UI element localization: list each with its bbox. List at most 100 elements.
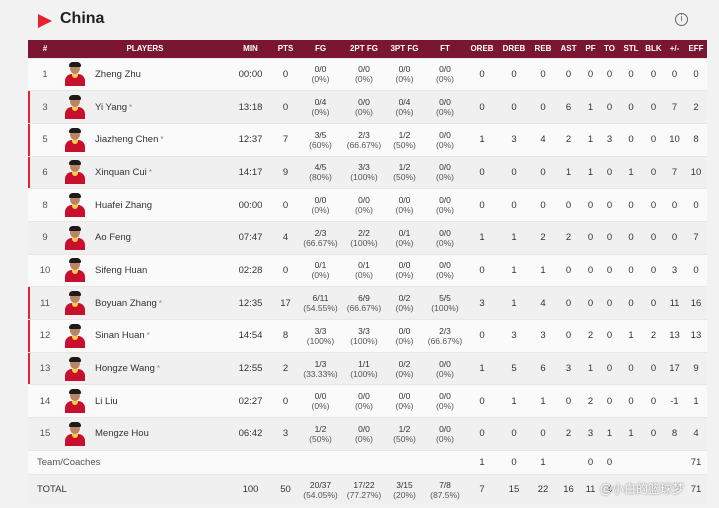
made-attempted: 0/0 [439, 391, 451, 402]
stat-cell: 0 [581, 188, 600, 222]
points-cell: 0 [273, 253, 298, 287]
starter-indicator [28, 91, 30, 123]
percentage: (0%) [355, 270, 373, 281]
jersey-number-text: 13 [39, 363, 51, 375]
info-icon[interactable]: i [675, 13, 688, 26]
jersey-number: 15 [28, 417, 62, 451]
player-name[interactable]: Yi Yang [95, 102, 127, 113]
row-label: Team/Coaches [28, 449, 466, 475]
jersey-number: 12 [28, 319, 62, 353]
stat-cell: 7 [685, 220, 707, 255]
table-row[interactable]: 9 Ao Feng 07:47 4 2/3 (66.67%) 2/2 (100%) 0/1 (0%… [28, 220, 707, 255]
player-name[interactable]: Jiazheng Chen [95, 134, 158, 145]
player-name[interactable]: Xinquan Cui [95, 167, 147, 178]
column-header[interactable]: 3PT FG [385, 40, 424, 58]
shooting-cell: 5/5 (100%) [424, 286, 466, 320]
table-row[interactable]: 15 Mengze Hou 06:42 3 1/2 (50%) 0/0 (0%) 1/2 (50%… [28, 417, 707, 451]
column-header[interactable]: AST [556, 40, 581, 58]
player-name[interactable]: Boyuan Zhang [95, 298, 157, 309]
made-attempted: 0/4 [314, 97, 327, 108]
player-cell[interactable]: Sinan Huan * [62, 319, 228, 353]
column-header[interactable]: # [28, 40, 62, 58]
table-row[interactable]: 14 Li Liu 02:27 0 0/0 (0%) 0/0 (0%) 0/0 (0%) 0/0 (0… [28, 384, 707, 418]
table-row[interactable]: 5 Jiazheng Chen * 12:37 7 3/5 (60%) 2/3 (66.67%)… [28, 122, 707, 157]
column-header[interactable]: PTS [273, 40, 298, 58]
points-cell: 7 [273, 122, 298, 157]
made-attempted: 2/3 [358, 129, 370, 140]
column-header[interactable]: OREB [466, 40, 498, 58]
player-name[interactable]: Zheng Zhu [95, 69, 141, 80]
minutes-cell: 13:18 [228, 90, 273, 124]
stat-cell: 4 [530, 286, 556, 320]
table-row[interactable]: 1 Zheng Zhu 00:00 0 0/0 (0%) 0/0 (0%) 0/0 (0%) 0/0… [28, 57, 707, 91]
player-name[interactable]: Hongze Wang [95, 363, 155, 374]
player-name[interactable]: Sifeng Huan [95, 265, 147, 276]
player-cell[interactable]: Boyuan Zhang * [62, 286, 228, 320]
stat-cell: 1 [466, 351, 498, 385]
stat-cell: 0 [530, 90, 556, 124]
made-attempted: 17/22 [353, 479, 375, 490]
made-attempted: 6/11 [312, 293, 329, 304]
made-attempted: 0/0 [398, 391, 411, 402]
made-attempted: 3/5 [314, 129, 327, 140]
column-header[interactable]: STL [619, 40, 643, 58]
stat-cell: 0 [643, 351, 664, 385]
shooting-cell: 0/0 (0%) [385, 57, 424, 91]
stat-cell: 2 [556, 122, 581, 157]
player-avatar [64, 62, 86, 87]
player-name[interactable]: Huafei Zhang [95, 200, 152, 211]
shooting-cell: 2/2 (100%) [343, 220, 385, 255]
table-row[interactable]: 13 Hongze Wang * 12:55 2 1/3 (33.33%) 1/1 (100%)… [28, 351, 707, 385]
percentage: (100%) [350, 237, 378, 248]
stat-cell: 0 [530, 57, 556, 91]
column-header[interactable]: REB [530, 40, 556, 58]
made-attempted: 1/2 [398, 162, 411, 173]
column-header[interactable]: DREB [498, 40, 530, 58]
player-cell[interactable]: Huafei Zhang [62, 188, 228, 222]
player-cell[interactable]: Ao Feng [62, 220, 228, 255]
player-cell[interactable]: Sifeng Huan [62, 253, 228, 287]
table-row[interactable]: 11 Boyuan Zhang * 12:35 17 6/11 (54.55%) 6/9 (66… [28, 286, 707, 320]
column-header[interactable]: BLK [643, 40, 664, 58]
made-attempted: 2/3 [439, 325, 451, 336]
column-header[interactable]: +/- [664, 40, 685, 58]
player-name[interactable]: Sinan Huan [95, 330, 145, 341]
player-name[interactable]: Mengze Hou [95, 428, 149, 439]
table-row[interactable]: 12 Sinan Huan * 14:54 8 3/3 (100%) 3/3 (100%) 0/0… [28, 319, 707, 353]
starter-indicator [28, 156, 30, 189]
percentage: (100%) [350, 172, 378, 183]
column-header[interactable]: PLAYERS [62, 40, 228, 58]
stat-cell: 1 [498, 253, 530, 287]
stat-cell: 8 [685, 122, 707, 157]
column-header[interactable]: EFF [685, 40, 707, 58]
shooting-cell: 20/37 (54.05%) [298, 473, 343, 505]
column-header[interactable]: FG [298, 40, 343, 58]
column-header[interactable]: FT [424, 40, 466, 58]
stat-cell: 0 [600, 351, 619, 385]
made-attempted: 3/3 [358, 325, 370, 336]
table-row[interactable]: 10 Sifeng Huan 02:28 0 0/1 (0%) 0/1 (0%) 0/0 (0%)… [28, 253, 707, 287]
column-header[interactable]: 2PT FG [343, 40, 385, 58]
player-name[interactable]: Li Liu [95, 396, 118, 407]
player-name[interactable]: Ao Feng [95, 232, 131, 243]
stat-cell: 1 [581, 155, 600, 189]
player-cell[interactable]: Jiazheng Chen * [62, 122, 228, 157]
player-cell[interactable]: Li Liu [62, 384, 228, 418]
made-attempted: 0/0 [358, 64, 370, 75]
percentage: (87.5%) [430, 489, 460, 500]
stat-cell: 0 [498, 417, 530, 451]
table-row[interactable]: 8 Huafei Zhang 00:00 0 0/0 (0%) 0/0 (0%) 0/0 (0%)… [28, 188, 707, 222]
column-header[interactable]: MIN [228, 40, 273, 58]
player-cell[interactable]: Xinquan Cui * [62, 155, 228, 189]
player-cell[interactable]: Mengze Hou [62, 417, 228, 451]
player-cell[interactable]: Yi Yang * [62, 90, 228, 124]
table-row[interactable]: 3 Yi Yang * 13:18 0 0/4 (0%) 0/0 (0%) 0/4 (0%) 0/0(… [28, 90, 707, 124]
column-header[interactable]: TO [600, 40, 619, 58]
stat-cell: 1 [685, 384, 707, 418]
table-row[interactable]: 6 Xinquan Cui * 14:17 9 4/5 (80%) 3/3 (100%) 1/2(… [28, 155, 707, 189]
column-header[interactable]: PF [581, 40, 600, 58]
player-cell[interactable]: Zheng Zhu [62, 57, 228, 91]
shooting-cell: 0/0 (0%) [424, 188, 466, 222]
player-cell[interactable]: Hongze Wang * [62, 351, 228, 385]
jersey-number-text: 14 [39, 395, 51, 407]
